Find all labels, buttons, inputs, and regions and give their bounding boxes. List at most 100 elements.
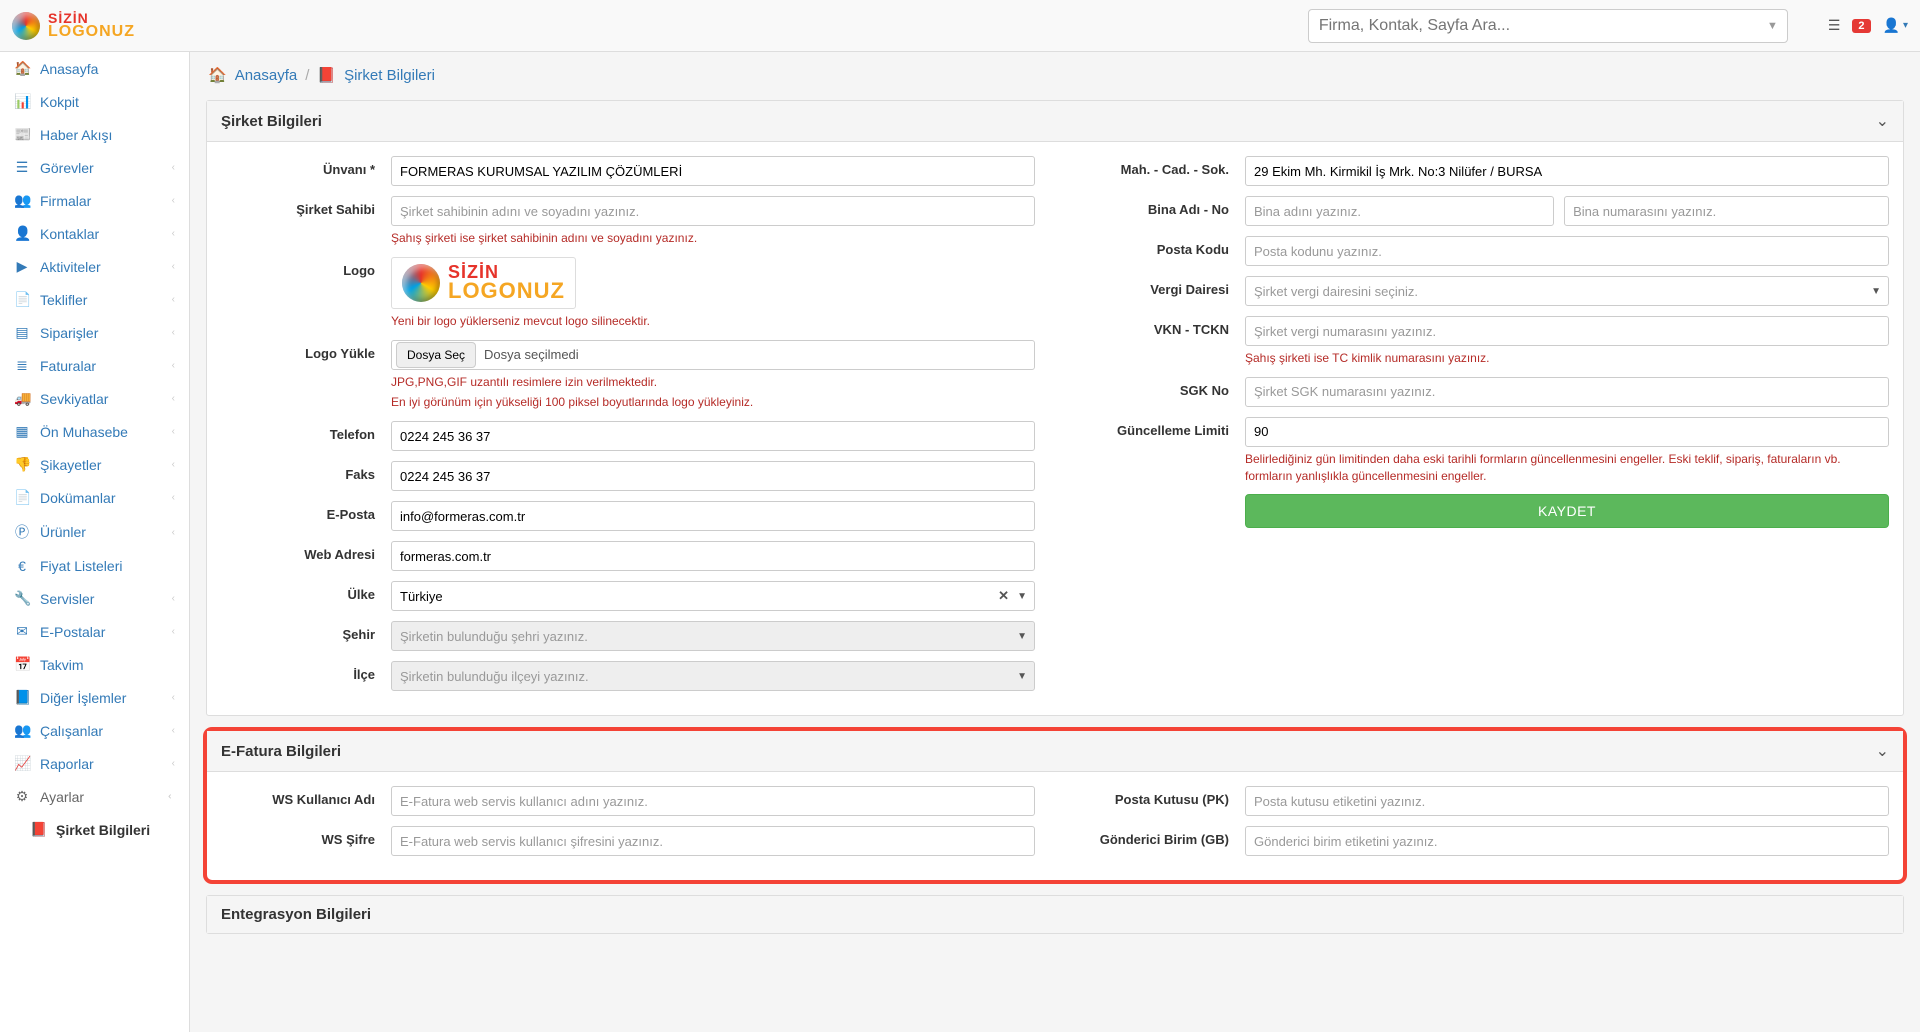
input-ws-sifre[interactable] xyxy=(391,826,1035,856)
input-ulke[interactable] xyxy=(391,581,1035,611)
input-mah[interactable] xyxy=(1245,156,1889,186)
help-logo: Yeni bir logo yüklerseniz mevcut logo si… xyxy=(391,313,1035,330)
list2-icon: ≣ xyxy=(14,357,30,374)
input-ws-user[interactable] xyxy=(391,786,1035,816)
select-ulke[interactable]: ✕ ▼ xyxy=(391,581,1035,611)
label-bina: Bina Adı - No xyxy=(1075,196,1245,217)
brand-line2: LOGONUZ xyxy=(48,25,135,39)
input-eposta[interactable] xyxy=(391,501,1035,531)
input-vkn[interactable] xyxy=(1245,316,1889,346)
chevron-left-icon: ‹ xyxy=(172,527,175,538)
sidebar-item-label: Servisler xyxy=(40,591,94,607)
chevron-down-icon[interactable]: ⌄ xyxy=(1876,741,1889,761)
save-button[interactable]: KAYDET xyxy=(1245,494,1889,528)
panel-header[interactable]: E-Fatura Bilgileri ⌄ xyxy=(207,731,1903,772)
sidebar-item-label: Şikayetler xyxy=(40,457,101,473)
input-ilce[interactable] xyxy=(391,661,1035,691)
sidebar-item-servisler[interactable]: 🔧Servisler‹ xyxy=(0,582,189,615)
sidebar-item-takvim[interactable]: 📅Takvim xyxy=(0,648,189,681)
input-telefon[interactable] xyxy=(391,421,1035,451)
sidebar-item-faturalar[interactable]: ≣ Faturalar ‹ xyxy=(0,349,189,382)
panel-header[interactable]: Entegrasyon Bilgileri xyxy=(207,896,1903,933)
file-choose-button[interactable]: Dosya Seç xyxy=(396,342,476,368)
users-icon: 👥 xyxy=(14,192,30,209)
sidebar-item-aktiviteler[interactable]: ▶Aktiviteler‹ xyxy=(0,250,189,283)
label-vkn: VKN - TCKN xyxy=(1075,316,1245,337)
breadcrumb-home[interactable]: Anasayfa xyxy=(235,67,298,84)
brand-logo[interactable]: SİZİN LOGONUZ xyxy=(12,12,135,40)
book-icon: 📕 xyxy=(317,66,336,84)
input-pk[interactable] xyxy=(1245,786,1889,816)
sidebar-item-haber-ak-[interactable]: 📰Haber Akışı xyxy=(0,118,189,151)
global-search[interactable]: ▼ xyxy=(1308,9,1788,43)
label-posta: Posta Kodu xyxy=(1075,236,1245,257)
chevron-down-icon[interactable]: ⌄ xyxy=(1876,111,1889,131)
chevron-left-icon: ‹ xyxy=(172,228,175,239)
sidebar-item-label: Görevler xyxy=(40,160,94,176)
sidebar-item--irket-bilgileri[interactable]: 📕Şirket Bilgileri xyxy=(0,813,189,846)
input-limit[interactable] xyxy=(1245,417,1889,447)
list-icon[interactable]: ☰ xyxy=(1828,17,1841,34)
chevron-left-icon: ‹ xyxy=(172,195,175,206)
input-sgk[interactable] xyxy=(1245,377,1889,407)
chevron-left-icon: ‹ xyxy=(172,593,175,604)
user-menu[interactable]: 👤 ▾ xyxy=(1883,17,1908,34)
logo-preview: SİZİN LOGONUZ xyxy=(391,257,576,309)
label-vergi-dairesi: Vergi Dairesi xyxy=(1075,276,1245,297)
sidebar-item-anasayfa[interactable]: 🏠Anasayfa xyxy=(0,52,189,85)
search-input[interactable] xyxy=(1308,9,1788,43)
prod-icon: Ⓟ xyxy=(14,522,30,542)
calc-icon: ▦ xyxy=(14,423,30,440)
home-icon: 🏠 xyxy=(208,66,227,84)
sidebar-item--al-anlar[interactable]: 👥Çalışanlar‹ xyxy=(0,714,189,747)
sidebar-item-sipari-ler[interactable]: ▤Siparişler‹ xyxy=(0,316,189,349)
input-unvan[interactable] xyxy=(391,156,1035,186)
panel-header[interactable]: Şirket Bilgileri ⌄ xyxy=(207,101,1903,142)
input-gb[interactable] xyxy=(1245,826,1889,856)
booksub-icon: 📕 xyxy=(30,821,46,838)
sidebar-item-label: Sevkiyatlar xyxy=(40,391,108,407)
sidebar-item-label: Faturalar xyxy=(40,358,96,374)
sidebar-item-firmalar[interactable]: 👥Firmalar‹ xyxy=(0,184,189,217)
sidebar-item--ikayetler[interactable]: 👎Şikayetler‹ xyxy=(0,448,189,481)
sidebar-item-di-er-i-lemler[interactable]: 📘Diğer İşlemler‹ xyxy=(0,681,189,714)
select-sehir[interactable]: ▼ xyxy=(391,621,1035,651)
sidebar-item-g-revler[interactable]: ☰Görevler‹ xyxy=(0,151,189,184)
chevron-left-icon: ‹ xyxy=(172,393,175,404)
breadcrumb-current[interactable]: Şirket Bilgileri xyxy=(344,67,435,84)
caret-down-icon: ▾ xyxy=(1903,20,1908,31)
sidebar-item-sevkiyatlar[interactable]: 🚚 Sevkiyatlar ‹ xyxy=(0,382,189,415)
input-sehir[interactable] xyxy=(391,621,1035,651)
chevron-left-icon: ‹ xyxy=(172,261,175,272)
help-limit: Belirlediğiniz gün limitinden daha eski … xyxy=(1245,451,1889,485)
sidebar-item-ayarlar[interactable]: ⚙Ayarlar⌄ xyxy=(0,780,189,813)
sidebar-item--n-muhasebe[interactable]: ▦Ön Muhasebe‹ xyxy=(0,415,189,448)
input-posta[interactable] xyxy=(1245,236,1889,266)
input-sahibi[interactable] xyxy=(391,196,1035,226)
sidebar-item-e-postalar[interactable]: ✉E-Postalar‹ xyxy=(0,615,189,648)
sidebar-item--r-nler[interactable]: ⓅÜrünler‹ xyxy=(0,514,189,550)
user-icon: 👤 xyxy=(14,225,30,242)
sidebar-item-teklifler[interactable]: 📄Teklifler‹ xyxy=(0,283,189,316)
input-vergi-dairesi[interactable] xyxy=(1245,276,1889,306)
notification-badge[interactable]: 2 xyxy=(1852,19,1870,33)
sidebar-item-label: Kokpit xyxy=(40,94,79,110)
select-vergi-dairesi[interactable]: ▼ xyxy=(1245,276,1889,306)
sidebar-item-kontaklar[interactable]: 👤Kontaklar‹ xyxy=(0,217,189,250)
input-bina-adi[interactable] xyxy=(1245,196,1554,226)
sidebar-item-fiyat-listeleri[interactable]: €Fiyat Listeleri xyxy=(0,550,189,582)
sidebar-item-kokpit[interactable]: 📊Kokpit xyxy=(0,85,189,118)
input-faks[interactable] xyxy=(391,461,1035,491)
home-icon: 🏠 xyxy=(14,60,30,77)
input-bina-no[interactable] xyxy=(1564,196,1889,226)
panel-entegrasyon: Entegrasyon Bilgileri xyxy=(206,895,1904,934)
truck-icon: 🚚 xyxy=(14,390,30,407)
clear-icon[interactable]: ✕ xyxy=(998,588,1009,604)
chevron-left-icon: ‹ xyxy=(172,360,175,371)
chevron-left-icon: ‹ xyxy=(172,492,175,503)
sidebar-item-raporlar[interactable]: 📈Raporlar‹ xyxy=(0,747,189,780)
select-ilce[interactable]: ▼ xyxy=(391,661,1035,691)
chevron-left-icon: ‹ xyxy=(172,459,175,470)
sidebar-item-dok-manlar[interactable]: 📄Dokümanlar‹ xyxy=(0,481,189,514)
input-web[interactable] xyxy=(391,541,1035,571)
